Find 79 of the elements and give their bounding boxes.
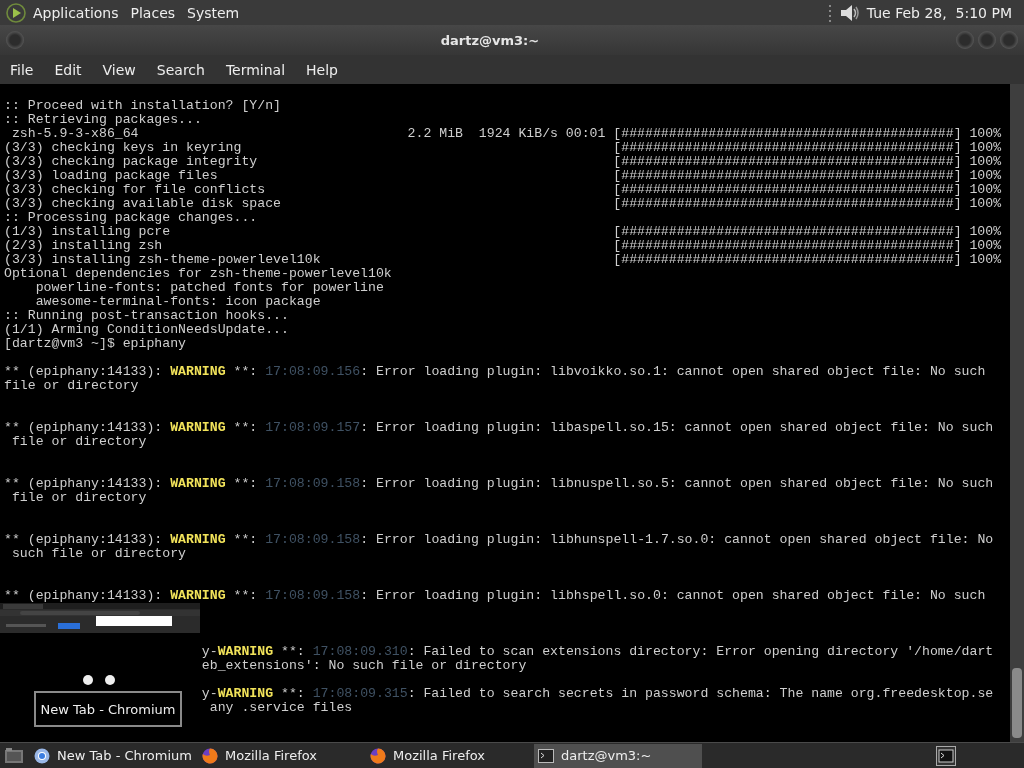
terminal-line: powerline-fonts: patched fonts for powerline bbox=[34, 281, 384, 295]
preview-button[interactable] bbox=[105, 675, 115, 685]
menu-item[interactable]: Terminal bbox=[225, 61, 286, 78]
terminal-icon[interactable] bbox=[936, 745, 956, 766]
log-line: ** (epiphany:14133): WARNING **: 17:08:09.158: Error loading plugin: libhspell.so.0: cannot open shared object file: No such bbox=[4, 589, 986, 603]
progress-bar-text: [##########################################] bbox=[613, 196, 962, 211]
preview-button[interactable] bbox=[83, 675, 93, 685]
logo-icon[interactable] bbox=[6, 2, 26, 23]
taskbar-button[interactable]: Mozilla Firefox bbox=[366, 743, 534, 768]
terminal-line: file or directory bbox=[10, 435, 147, 449]
progress-bar-text: [##########################################] bbox=[613, 182, 962, 197]
terminal-line: file or directory bbox=[10, 491, 147, 505]
terminal-line: (3/3) checking for file conflicts bbox=[4, 182, 266, 197]
taskbar-button[interactable]: dartz@vm3:~ bbox=[534, 743, 702, 768]
log-line: ** (epiphany:14133): WARNING **: 17:08:09.158: Error loading plugin: libhunspell-1.7.so.0: cannot open shared object file: No bbox=[4, 533, 994, 547]
progress-bar-text: [##########################################] bbox=[613, 238, 962, 253]
taskbar-button[interactable]: New Tab - Chromium bbox=[30, 743, 198, 768]
fox-globe-icon bbox=[202, 747, 218, 764]
progress-percent: 100% bbox=[969, 183, 1002, 197]
progress-percent: 100% bbox=[969, 239, 1002, 253]
progress-percent: 100% bbox=[969, 141, 1002, 155]
window-thumbnail-drawing[interactable] bbox=[0, 603, 200, 633]
log-line: y-WARNING **: 17:08:09.310: Failed to scan extensions directory: Error opening directory '/home/dart bbox=[201, 645, 994, 659]
log-line: any .service files bbox=[208, 701, 353, 715]
panel-menu[interactable]: System bbox=[187, 4, 240, 21]
progress-percent: 100% bbox=[969, 225, 1002, 239]
panel-menu[interactable]: Applications bbox=[33, 4, 119, 21]
clock[interactable]: Tue Feb 28, 5:10 PM bbox=[866, 4, 1012, 21]
terminal-line: (3/3) installing zsh-theme-powerlevel10k bbox=[4, 252, 321, 267]
progress-percent: 100% bbox=[969, 169, 1002, 183]
log-line: ** (epiphany:14133): WARNING **: 17:08:09.157: Error loading plugin: libaspell.so.15: cannot open shared object file: No such bbox=[4, 421, 994, 435]
browser-icon bbox=[34, 747, 50, 764]
transfer-stats: 2.2 MiB 1924 KiB/s 00:01 bbox=[407, 126, 606, 141]
progress-bar-text: [##########################################] bbox=[613, 168, 962, 183]
progress-percent: 100% bbox=[969, 155, 1002, 169]
terminal-line: :: Retrieving packages... bbox=[4, 113, 202, 127]
terminal-line: file or directory bbox=[4, 379, 139, 393]
terminal-line: awesome-terminal-fonts: icon package bbox=[34, 295, 321, 309]
terminal-line: (3/3) loading package files bbox=[4, 168, 218, 183]
terminal-line: such file or directory bbox=[10, 547, 187, 561]
progress-bar-text: [##########################################] bbox=[613, 224, 962, 239]
terminal-line: :: Running post-transaction hooks... bbox=[4, 309, 289, 323]
log-line: ** (epiphany:14133): WARNING **: 17:08:09.158: Error loading plugin: libnuspell.so.5: cannot open shared object file: No such bbox=[4, 477, 994, 491]
menu-item[interactable]: Help bbox=[306, 61, 338, 78]
progress-bar-text: [##########################################] bbox=[613, 140, 962, 155]
progress-percent: 100% bbox=[969, 127, 1002, 141]
fox-globe-icon bbox=[370, 747, 386, 764]
terminal-line: (1/1) Arming ConditionNeedsUpdate... bbox=[4, 323, 289, 337]
terminal-line: (3/3) checking available disk space bbox=[4, 196, 281, 211]
progress-bar-text: [##########################################] bbox=[613, 154, 962, 169]
menu-item[interactable]: Search bbox=[156, 61, 205, 78]
preview-label[interactable]: New Tab - Chromium bbox=[34, 691, 182, 727]
terminal-line: zsh-5.9-3-x86_64 bbox=[10, 126, 139, 141]
menu-item[interactable]: Edit bbox=[54, 61, 82, 78]
terminal-line: :: Processing package changes... bbox=[4, 211, 258, 225]
window-title: dartz@vm3:~ bbox=[439, 32, 541, 48]
terminal-line: Optional dependencies for zsh-theme-powerlevel10k bbox=[4, 267, 392, 281]
log-line: eb_extensions': No such file or directory bbox=[201, 659, 527, 673]
terminal-line: (3/3) checking package integrity bbox=[4, 154, 258, 169]
terminal-line: (1/3) installing pcre bbox=[4, 224, 171, 239]
scrollbar[interactable] bbox=[1010, 84, 1024, 742]
terminal-line: (3/3) checking keys in keyring bbox=[4, 140, 242, 155]
taskbar-button[interactable]: Mozilla Firefox bbox=[198, 743, 366, 768]
scrollbar-thumb[interactable] bbox=[1012, 668, 1022, 738]
progress-percent: 100% bbox=[969, 253, 1002, 267]
progress-percent: 100% bbox=[969, 197, 1002, 211]
log-line: ** (epiphany:14133): WARNING **: 17:08:09.156: Error loading plugin: libvoikko.so.1: cannot open shared object file: No such bbox=[4, 365, 986, 379]
menu-item[interactable]: View bbox=[102, 61, 136, 78]
terminal-line: (2/3) installing zsh bbox=[4, 238, 163, 253]
terminal-icon bbox=[538, 747, 554, 764]
progress-bar-text: [##########################################] bbox=[613, 252, 962, 267]
panel-handle-icon[interactable] bbox=[827, 3, 832, 22]
panel-menu[interactable]: Places bbox=[130, 4, 176, 21]
progress-bar-text: [##########################################] bbox=[613, 126, 962, 141]
menu-item[interactable]: File bbox=[10, 61, 34, 78]
show-desktop-icon[interactable] bbox=[4, 746, 24, 765]
terminal-line: :: Proceed with installation? [Y/n] bbox=[4, 99, 281, 113]
log-line: y-WARNING **: 17:08:09.315: Failed to search secrets in password schema: The name org.freedesktop.se bbox=[201, 687, 994, 701]
terminal-line: [dartz@vm3 ~]$ epiphany bbox=[4, 337, 187, 351]
